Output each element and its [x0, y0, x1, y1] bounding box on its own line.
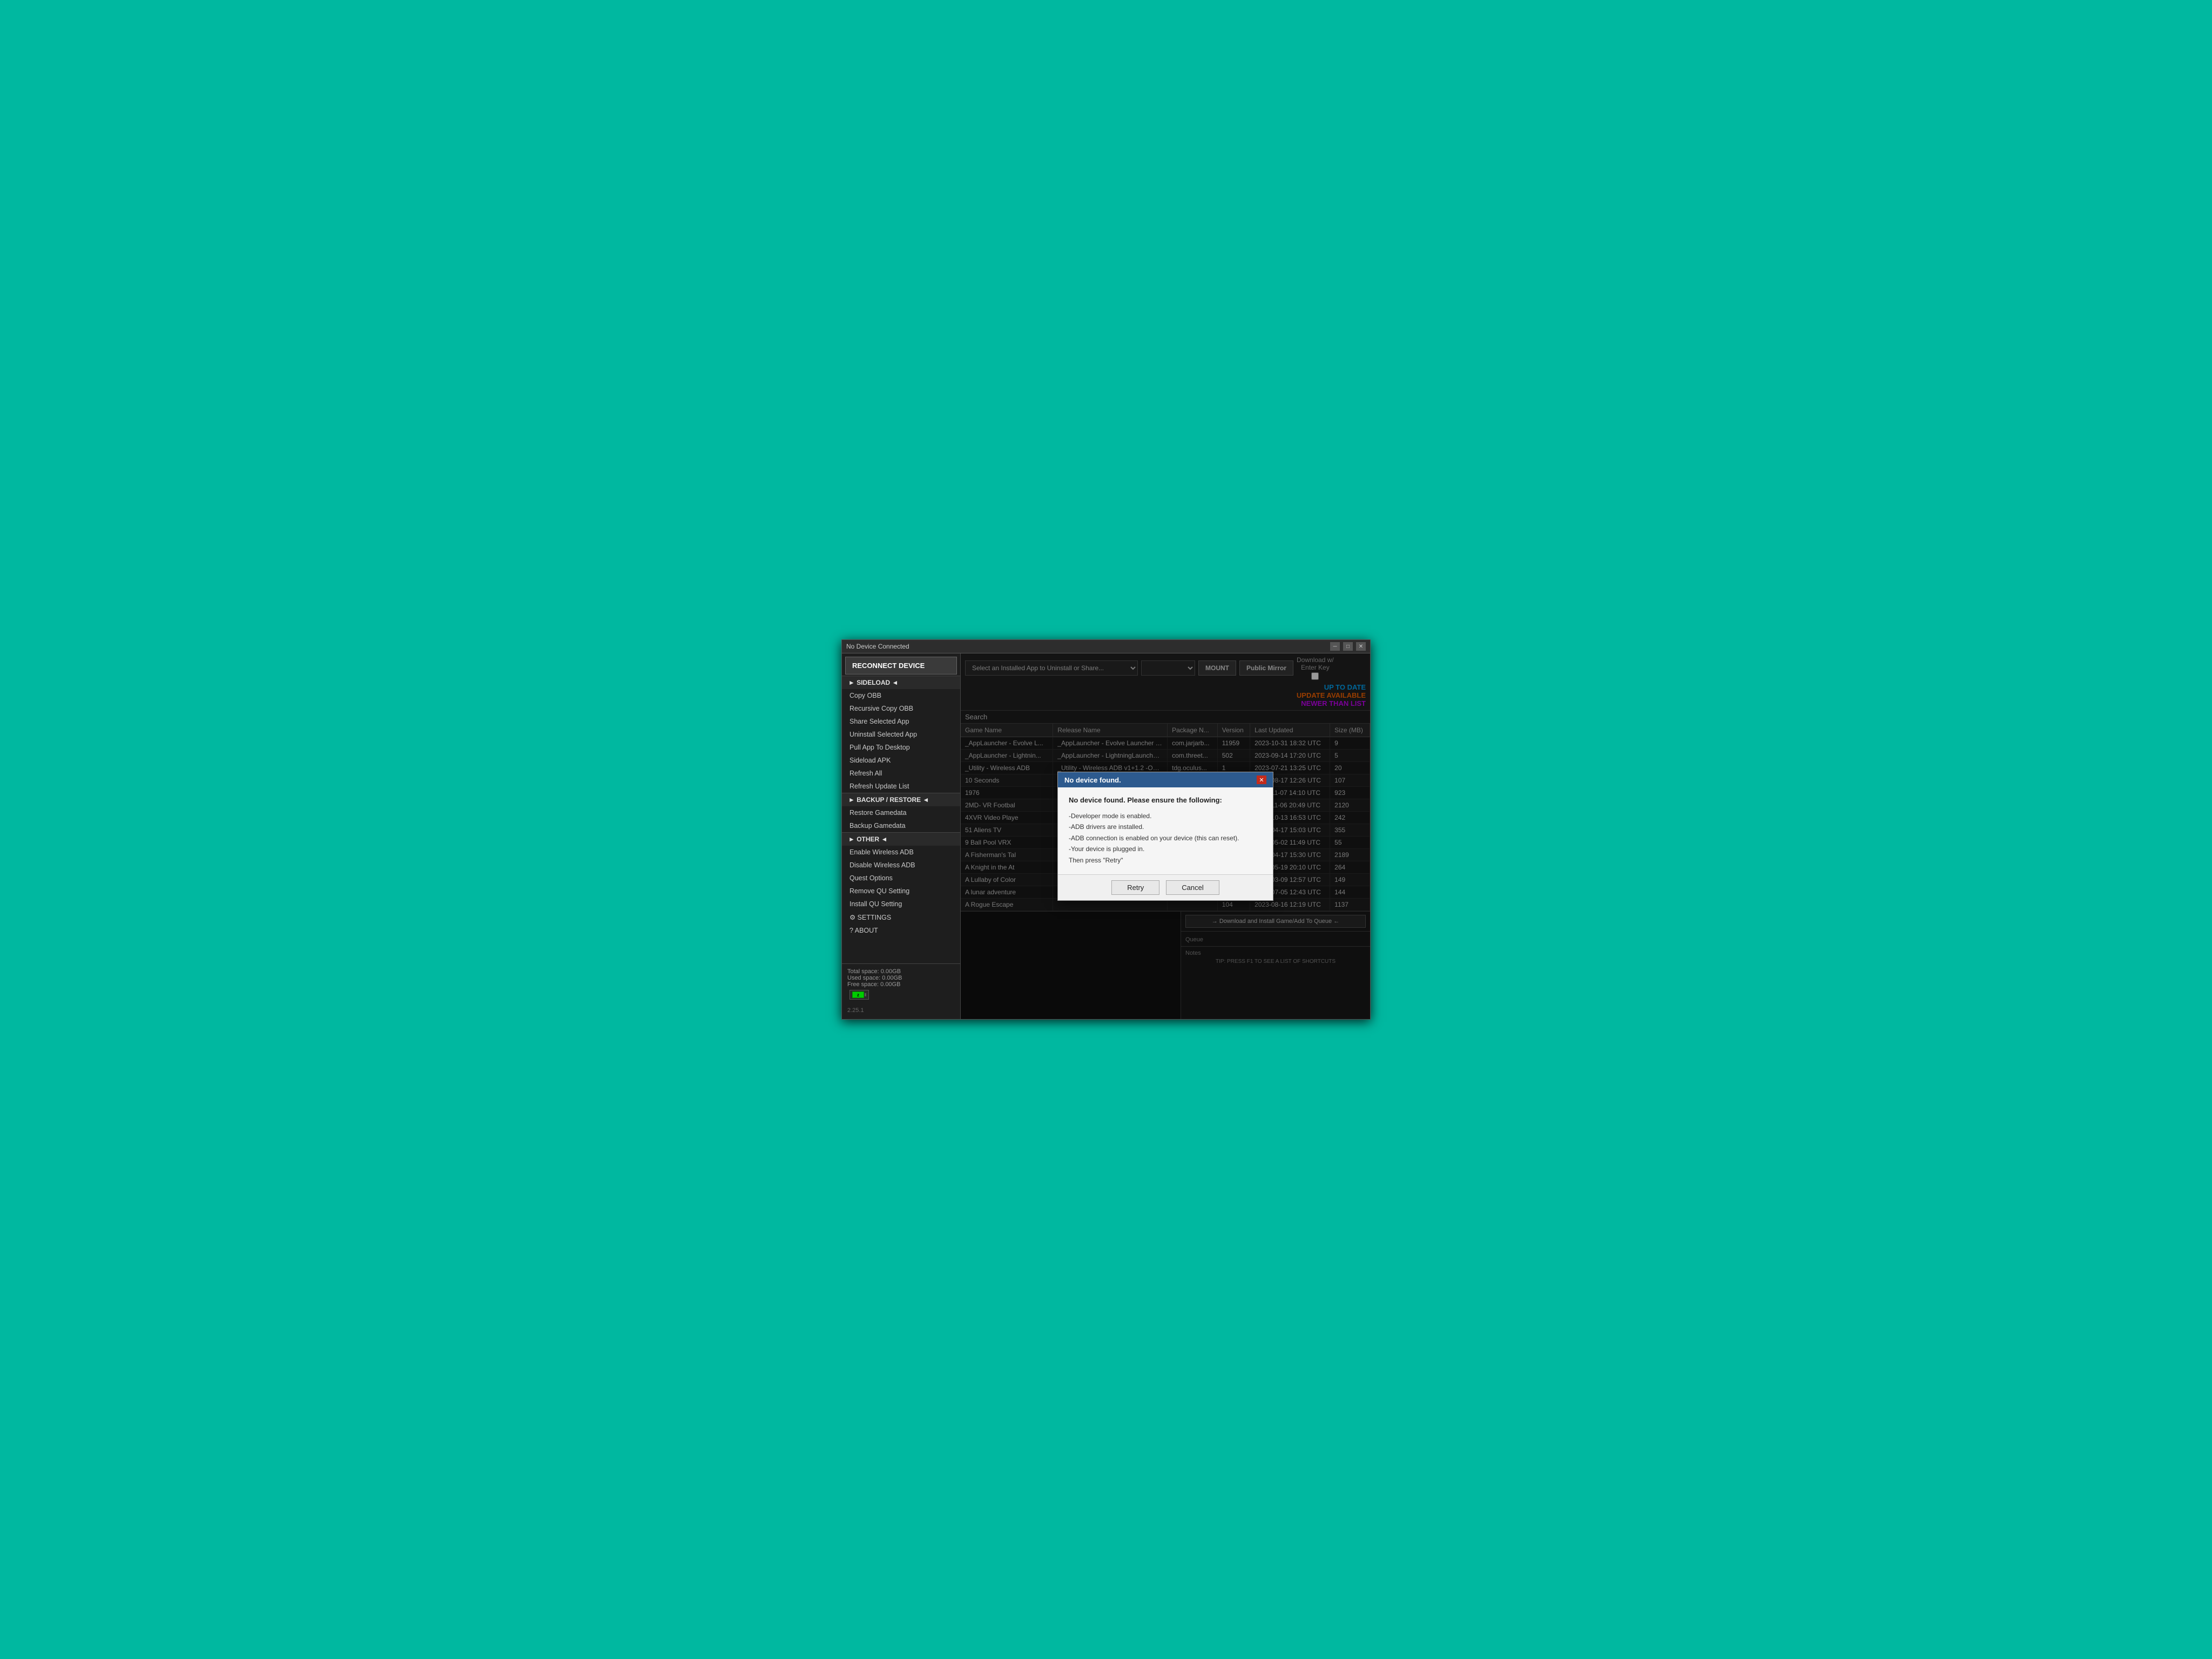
- sidebar-item-install-qu-setting[interactable]: Install QU Setting: [842, 898, 960, 911]
- instruction-line: -Your device is plugged in.: [1069, 844, 1262, 854]
- modal-close-button[interactable]: ✕: [1257, 775, 1266, 784]
- total-space-label: Total space: 0.00GB: [847, 968, 955, 975]
- sidebar-footer: Total space: 0.00GB Used space: 0.00GB F…: [842, 963, 960, 1004]
- backup-restore-section-header[interactable]: ► BACKUP / RESTORE ◄: [842, 793, 960, 806]
- cancel-button[interactable]: Cancel: [1166, 880, 1219, 895]
- version-label: 2.25.1: [842, 1004, 960, 1015]
- main-content: Select an Installed App to Uninstall or …: [961, 653, 1370, 1019]
- modal-body: No device found. Please ensure the follo…: [1058, 787, 1273, 874]
- sidebar-item-sideload-apk[interactable]: Sideload APK: [842, 754, 960, 767]
- modal-instructions: -Developer mode is enabled.-ADB drivers …: [1069, 811, 1262, 866]
- free-space-label: Free space: 0.00GB: [847, 981, 955, 988]
- battery-indicator: z: [849, 990, 869, 1000]
- instruction-line: -Developer mode is enabled.: [1069, 811, 1262, 821]
- sidebar-item-pull-app-to-desktop[interactable]: Pull App To Desktop: [842, 741, 960, 754]
- sidebar-item-share-selected-app[interactable]: Share Selected App: [842, 715, 960, 728]
- retry-button[interactable]: Retry: [1111, 880, 1159, 895]
- sidebar-item-enable-wireless-adb[interactable]: Enable Wireless ADB: [842, 846, 960, 859]
- sidebar: RECONNECT DEVICE ► SIDELOAD ◄ Copy OBB R…: [842, 653, 961, 1019]
- main-window: No Device Connected ─ □ ✕ RECONNECT DEVI…: [841, 639, 1371, 1020]
- modal-dialog: No device found. ✕ No device found. Plea…: [1057, 772, 1273, 901]
- maximize-button[interactable]: □: [1343, 642, 1353, 651]
- sidebar-item-copy-obb[interactable]: Copy OBB: [842, 689, 960, 702]
- sidebar-item-disable-wireless-adb[interactable]: Disable Wireless ADB: [842, 859, 960, 872]
- battery-section: z: [847, 990, 955, 1000]
- sidebar-item-remove-qu-setting[interactable]: Remove QU Setting: [842, 885, 960, 898]
- modal-overlay: No device found. ✕ No device found. Plea…: [961, 653, 1370, 1019]
- sidebar-item-refresh-update-list[interactable]: Refresh Update List: [842, 780, 960, 793]
- other-section-header[interactable]: ► OTHER ◄: [842, 832, 960, 846]
- sidebar-item-about[interactable]: ? ABOUT: [842, 924, 960, 937]
- window-controls: ─ □ ✕: [1330, 642, 1366, 651]
- main-layout: RECONNECT DEVICE ► SIDELOAD ◄ Copy OBB R…: [842, 653, 1370, 1019]
- close-button[interactable]: ✕: [1356, 642, 1366, 651]
- modal-title-bar: No device found. ✕: [1058, 772, 1273, 787]
- modal-footer: Retry Cancel: [1058, 874, 1273, 900]
- sidebar-item-restore-gamedata[interactable]: Restore Gamedata: [842, 806, 960, 819]
- instruction-line: -ADB connection is enabled on your devic…: [1069, 833, 1262, 844]
- sidebar-item-quest-options[interactable]: Quest Options: [842, 872, 960, 885]
- sidebar-item-recursive-copy-obb[interactable]: Recursive Copy OBB: [842, 702, 960, 715]
- sideload-section-header[interactable]: ► SIDELOAD ◄: [842, 676, 960, 689]
- window-title: No Device Connected: [846, 643, 909, 650]
- battery-tip: [865, 993, 866, 996]
- sidebar-item-refresh-all[interactable]: Refresh All: [842, 767, 960, 780]
- sidebar-item-backup-gamedata[interactable]: Backup Gamedata: [842, 819, 960, 832]
- modal-heading: No device found. Please ensure the follo…: [1069, 796, 1262, 804]
- minimize-button[interactable]: ─: [1330, 642, 1340, 651]
- used-space-label: Used space: 0.00GB: [847, 975, 955, 981]
- instruction-line: Then press "Retry": [1069, 855, 1262, 866]
- sidebar-item-uninstall-selected-app[interactable]: Uninstall Selected App: [842, 728, 960, 741]
- reconnect-device-button[interactable]: RECONNECT DEVICE: [845, 657, 957, 675]
- sidebar-item-settings[interactable]: ⚙ SETTINGS: [842, 911, 960, 924]
- title-bar: No Device Connected ─ □ ✕: [842, 640, 1370, 653]
- instruction-line: -ADB drivers are installed.: [1069, 821, 1262, 832]
- battery-icon: z: [852, 992, 864, 998]
- modal-title: No device found.: [1064, 776, 1121, 784]
